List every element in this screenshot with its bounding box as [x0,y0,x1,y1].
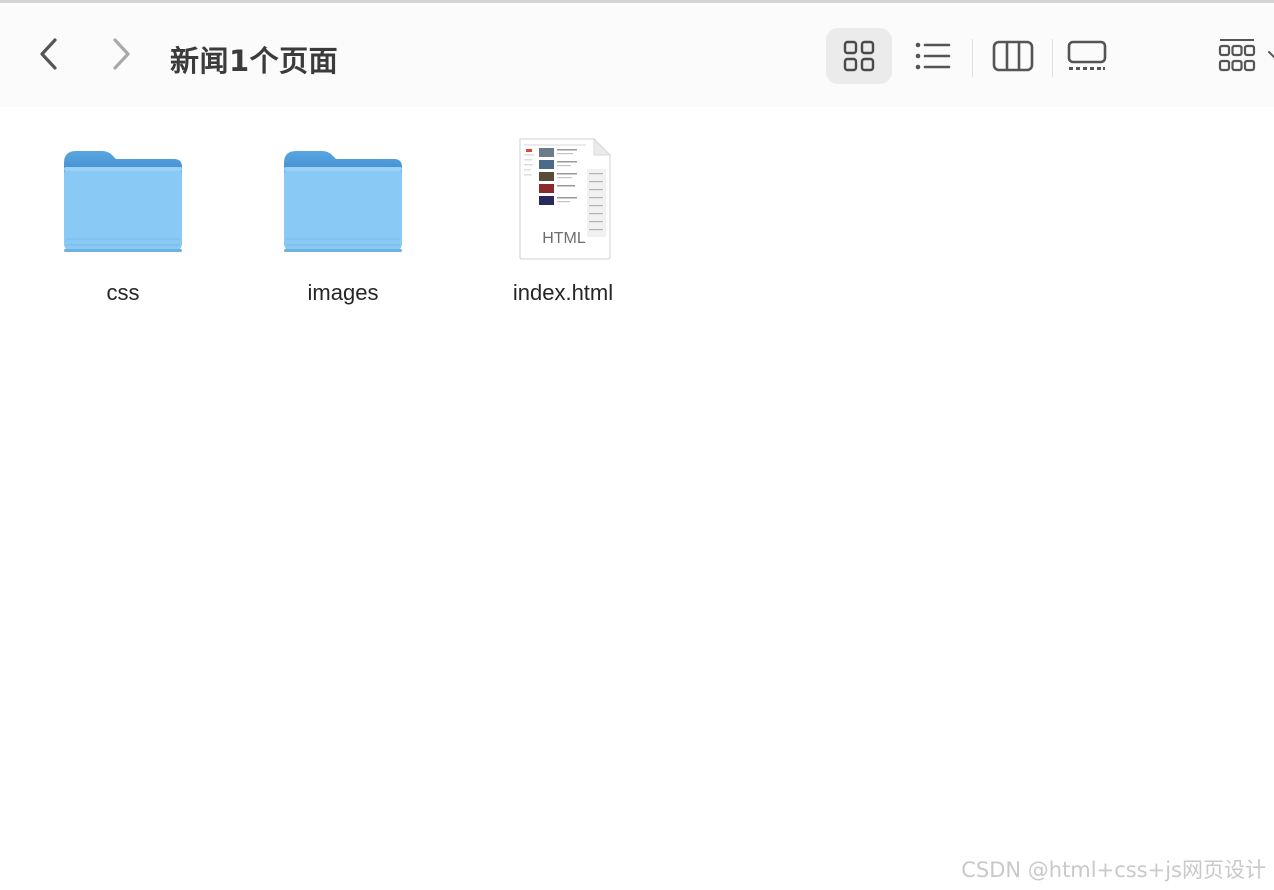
toolbar-separator [1052,39,1053,77]
window-title: 新闻1个页面 [170,44,339,78]
file-name: css [106,280,140,305]
file-item-css[interactable]: css [23,135,223,315]
group-view-button[interactable] [1204,28,1270,84]
file-item-images[interactable]: images [243,135,443,315]
gallery-icon [1067,40,1107,70]
toolbar-separator [972,39,973,77]
icon-view-button[interactable] [826,28,892,84]
watermark: CSDN @html+css+js网页设计 [961,858,1266,882]
list-icon [915,42,951,70]
grid-icon [843,40,875,72]
column-view-button[interactable] [980,28,1046,84]
chevron-right-icon [113,38,130,70]
columns-icon [992,40,1034,72]
list-view-button[interactable] [900,28,966,84]
html-file-icon: HTML [519,137,612,260]
file-name: index.html [512,280,614,305]
folder-icon [284,151,402,252]
forward-button[interactable] [108,36,134,72]
group-grid-icon [1218,39,1256,72]
gallery-view-button[interactable] [1054,28,1120,84]
back-button[interactable] [36,36,62,72]
folder-icon [64,151,182,252]
file-name: images [307,280,379,305]
toolbar: 新闻1个页面 [0,3,1274,107]
chevron-left-icon [40,38,57,70]
finder-window: 新闻1个页面 css images HTML index.html CSDN @… [0,0,1274,890]
chevron-down-icon[interactable] [1267,47,1274,63]
file-area[interactable]: css images HTML index.html [0,107,1274,890]
html-badge: HTML [542,230,586,247]
file-item-index-html[interactable]: HTML index.html [463,135,663,315]
